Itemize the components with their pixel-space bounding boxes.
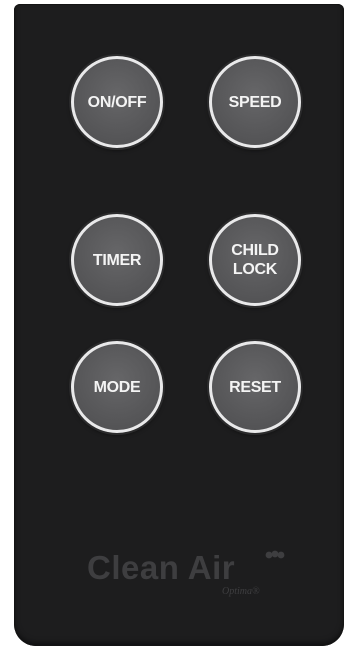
speed-button[interactable]: SPEED	[209, 56, 301, 148]
child-lock-button[interactable]: CHILD LOCK	[209, 214, 301, 306]
brand-sub: Optima®	[222, 586, 260, 597]
remote-control: ON/OFF SPEED TIMER CHILD LOCK MODE RESET…	[14, 4, 344, 646]
timer-button[interactable]: TIMER	[71, 214, 163, 306]
speed-label: SPEED	[228, 93, 282, 111]
reset-button[interactable]: RESET	[209, 341, 301, 433]
child-lock-label: CHILD LOCK	[231, 242, 279, 278]
on-off-button[interactable]: ON/OFF	[71, 56, 163, 148]
brand-logo: Clean Air Optima®	[14, 549, 344, 609]
timer-label: TIMER	[92, 251, 142, 269]
reset-label: RESET	[229, 378, 281, 396]
brand-name: Clean Air	[87, 549, 236, 586]
leaf-dots-icon	[265, 550, 285, 559]
mode-label: MODE	[93, 378, 141, 396]
mode-button[interactable]: MODE	[71, 341, 163, 433]
on-off-label: ON/OFF	[87, 93, 147, 111]
